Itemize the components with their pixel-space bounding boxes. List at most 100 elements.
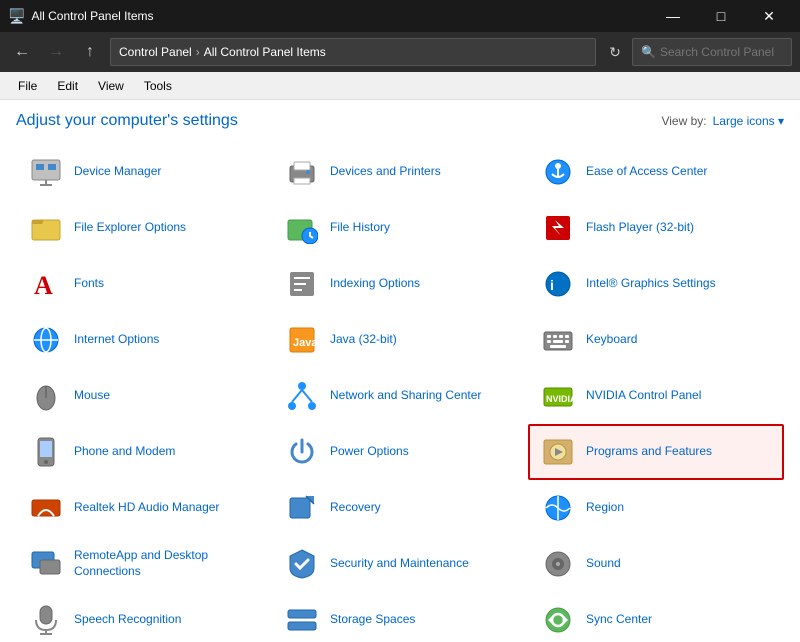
grid-item-realtek[interactable]: Realtek HD Audio Manager <box>16 480 272 536</box>
recovery-label: Recovery <box>330 500 381 516</box>
title-controls: — □ ✕ <box>650 0 792 32</box>
grid-item-flash-player[interactable]: Flash Player (32-bit) <box>528 200 784 256</box>
svg-text:NVIDIA: NVIDIA <box>546 394 574 404</box>
grid-item-speech[interactable]: Speech Recognition <box>16 592 272 642</box>
grid-item-java[interactable]: JavaJava (32-bit) <box>272 312 528 368</box>
grid-item-device-manager[interactable]: Device Manager <box>16 144 272 200</box>
nvidia-label: NVIDIA Control Panel <box>586 388 701 404</box>
search-input[interactable] <box>660 45 780 59</box>
menu-view[interactable]: View <box>88 72 134 100</box>
address-path[interactable]: Control Panel › All Control Panel Items <box>110 38 596 66</box>
programs-features-icon <box>540 434 576 470</box>
device-manager-label: Device Manager <box>74 164 161 180</box>
file-explorer-icon <box>28 210 64 246</box>
grid-item-sync[interactable]: Sync Center <box>528 592 784 642</box>
grid-item-ease-of-access[interactable]: Ease of Access Center <box>528 144 784 200</box>
phone-modem-icon <box>28 434 64 470</box>
grid-item-nvidia[interactable]: NVIDIA NVIDIA Control Panel <box>528 368 784 424</box>
speech-icon <box>28 602 64 638</box>
mouse-label: Mouse <box>74 388 110 404</box>
region-icon <box>540 490 576 526</box>
grid-item-devices-printers[interactable]: Devices and Printers <box>272 144 528 200</box>
window-title: All Control Panel Items <box>31 9 153 23</box>
fonts-icon: A <box>28 266 64 302</box>
main-content: Adjust your computer's settings View by:… <box>0 100 800 642</box>
minimize-button[interactable]: — <box>650 0 696 32</box>
grid-item-file-explorer[interactable]: File Explorer Options <box>16 200 272 256</box>
grid-item-fonts[interactable]: AFonts <box>16 256 272 312</box>
nvidia-icon: NVIDIA <box>540 378 576 414</box>
window-icon: 🖥️ <box>8 8 25 25</box>
flash-player-label: Flash Player (32-bit) <box>586 220 694 236</box>
svg-text:i: i <box>550 277 554 293</box>
address-bar: ← → ↑ Control Panel › All Control Panel … <box>0 32 800 72</box>
items-grid: Device Manager Devices and Printers Ease o… <box>16 144 784 642</box>
breadcrumb: Control Panel › All Control Panel Items <box>119 45 326 59</box>
device-manager-icon <box>28 154 64 190</box>
realtek-label: Realtek HD Audio Manager <box>74 500 219 516</box>
flash-player-icon <box>540 210 576 246</box>
svg-text:A: A <box>34 271 53 300</box>
address-right: ↻ 🔍 <box>602 38 792 66</box>
page-title: Adjust your computer's settings <box>16 112 238 130</box>
security-label: Security and Maintenance <box>330 556 469 572</box>
grid-item-intel-graphics[interactable]: i Intel® Graphics Settings <box>528 256 784 312</box>
grid-item-mouse[interactable]: Mouse <box>16 368 272 424</box>
intel-graphics-icon: i <box>540 266 576 302</box>
up-button[interactable]: ↑ <box>76 38 104 66</box>
svg-text:Java: Java <box>293 337 318 349</box>
grid-item-file-history[interactable]: File History <box>272 200 528 256</box>
forward-button[interactable]: → <box>42 38 70 66</box>
content-header: Adjust your computer's settings View by:… <box>16 112 784 130</box>
breadcrumb-control-panel: Control Panel <box>119 45 192 59</box>
remoteapp-label: RemoteApp and Desktop Connections <box>74 548 260 579</box>
view-by-value[interactable]: Large icons ▾ <box>713 114 784 128</box>
storage-label: Storage Spaces <box>330 612 415 628</box>
realtek-icon <box>28 490 64 526</box>
devices-printers-label: Devices and Printers <box>330 164 441 180</box>
search-box[interactable]: 🔍 <box>632 38 792 66</box>
grid-item-internet-options[interactable]: Internet Options <box>16 312 272 368</box>
keyboard-icon <box>540 322 576 358</box>
close-button[interactable]: ✕ <box>746 0 792 32</box>
grid-item-security[interactable]: Security and Maintenance <box>272 536 528 592</box>
menu-file[interactable]: File <box>8 72 47 100</box>
devices-printers-icon <box>284 154 320 190</box>
keyboard-label: Keyboard <box>586 332 637 348</box>
grid-item-storage[interactable]: Storage Spaces <box>272 592 528 642</box>
grid-item-region[interactable]: Region <box>528 480 784 536</box>
menu-tools[interactable]: Tools <box>134 72 182 100</box>
search-icon: 🔍 <box>641 45 656 59</box>
refresh-button[interactable]: ↻ <box>602 39 628 65</box>
view-by-label: View by: <box>661 114 706 128</box>
file-history-icon <box>284 210 320 246</box>
title-bar: 🖥️ All Control Panel Items — □ ✕ <box>0 0 800 32</box>
power-options-label: Power Options <box>330 444 409 460</box>
speech-label: Speech Recognition <box>74 612 181 628</box>
sound-label: Sound <box>586 556 621 572</box>
grid-item-power-options[interactable]: Power Options <box>272 424 528 480</box>
menu-edit[interactable]: Edit <box>47 72 88 100</box>
phone-modem-label: Phone and Modem <box>74 444 175 460</box>
power-options-icon <box>284 434 320 470</box>
view-by: View by: Large icons ▾ <box>661 114 784 128</box>
grid-item-network-sharing[interactable]: Network and Sharing Center <box>272 368 528 424</box>
grid-item-programs-features[interactable]: Programs and Features <box>528 424 784 480</box>
intel-graphics-label: Intel® Graphics Settings <box>586 276 716 292</box>
recovery-icon <box>284 490 320 526</box>
maximize-button[interactable]: □ <box>698 0 744 32</box>
remoteapp-icon <box>28 546 64 582</box>
grid-item-phone-modem[interactable]: Phone and Modem <box>16 424 272 480</box>
grid-item-recovery[interactable]: Recovery <box>272 480 528 536</box>
sound-icon <box>540 546 576 582</box>
grid-item-indexing[interactable]: Indexing Options <box>272 256 528 312</box>
grid-item-remoteapp[interactable]: RemoteApp and Desktop Connections <box>16 536 272 592</box>
network-sharing-icon <box>284 378 320 414</box>
grid-item-keyboard[interactable]: Keyboard <box>528 312 784 368</box>
grid-item-sound[interactable]: Sound <box>528 536 784 592</box>
back-button[interactable]: ← <box>8 38 36 66</box>
indexing-icon <box>284 266 320 302</box>
menu-bar: File Edit View Tools <box>0 72 800 100</box>
internet-options-label: Internet Options <box>74 332 159 348</box>
java-icon: Java <box>284 322 320 358</box>
